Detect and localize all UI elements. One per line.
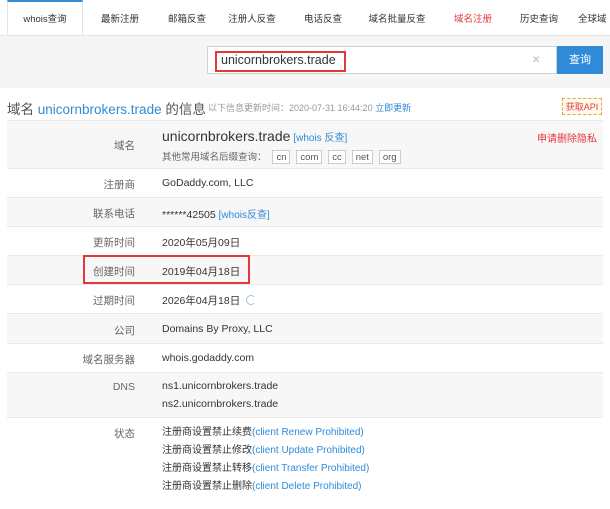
tab-global-domain[interactable]: 全球域 (572, 0, 610, 35)
close-icon[interactable]: × (532, 51, 540, 67)
suffix-org[interactable]: org (378, 150, 401, 164)
row-domain: 域名 unicornbrokers.trade [whois 反查] 其他常用域… (7, 120, 603, 168)
row-registrar: 注册商 GoDaddy.com, LLC (7, 168, 603, 197)
status-text: 注册商设置禁止修改 (162, 445, 252, 456)
value-company: Domains By Proxy, LLC (162, 323, 273, 335)
tab-email-reverse[interactable]: 邮箱反查 (157, 0, 217, 35)
update-time-text: 以下信息更新时间：2020-07-31 16:44:20 (208, 103, 373, 113)
label-registrar: 注册商 (103, 179, 136, 191)
phone-number: ******42505 (162, 209, 216, 221)
search-button[interactable]: 查询 (557, 46, 603, 74)
value-phone: ******42505 [whois反查] (162, 206, 270, 221)
value-dns-1: ns1.unicornbrokers.trade (162, 380, 279, 392)
tab-history-query[interactable]: 历史查询 (509, 0, 569, 35)
update-info: 以下信息更新时间：2020-07-31 16:44:20 立即更新 (208, 101, 411, 114)
value-expires: 2026年04月18日 (162, 293, 257, 308)
status-text: 注册商设置禁止删除 (162, 481, 252, 492)
row-updated: 更新时间 2020年05月09日 (7, 226, 603, 255)
refresh-icon[interactable] (246, 295, 257, 305)
row-phone: 联系电话 ******42505 [whois反查] (7, 197, 603, 226)
info-header: 域名 unicornbrokers.trade 的信息 以下信息更新时间：202… (0, 88, 610, 120)
label-dns: DNS (112, 381, 135, 393)
tab-domain-registration[interactable]: 域名注册 (443, 0, 503, 35)
phone-whois-reverse-link[interactable]: [whois反查] (219, 210, 270, 221)
title-domain: unicornbrokers.trade (37, 102, 162, 117)
row-company: 公司 Domains By Proxy, LLC (7, 313, 603, 343)
status-code-link[interactable]: (client Renew Prohibited) (252, 427, 364, 438)
tab-latest-registrations[interactable]: 最新注册 (90, 0, 150, 35)
title-prefix: 域名 (7, 102, 34, 117)
value-updated: 2020年05月09日 (162, 237, 241, 249)
remove-privacy-link[interactable]: 申请删除隐私 (537, 130, 597, 145)
row-nameserver: 域名服务器 whois.godaddy.com (7, 343, 603, 372)
row-status: 状态 注册商设置禁止续费(client Renew Prohibited) 注册… (7, 417, 603, 505)
status-line: 注册商设置禁止转移(client Transfer Prohibited) (162, 460, 369, 478)
status-line: 注册商设置禁止续费(client Renew Prohibited) (162, 424, 369, 442)
status-line: 注册商设置禁止删除(client Delete Prohibited) (162, 478, 369, 496)
label-company: 公司 (114, 325, 135, 337)
status-code-link[interactable]: (client Delete Prohibited) (252, 481, 362, 492)
status-line: 注册商设置禁止修改(client Update Prohibited) (162, 442, 369, 460)
status-text: 注册商设置禁止转移 (162, 463, 252, 474)
row-dns: DNS ns1.unicornbrokers.trade ns2.unicorn… (7, 372, 603, 417)
created-highlight-box (83, 255, 250, 284)
search-input[interactable] (221, 49, 521, 71)
suffix-net[interactable]: net (351, 150, 373, 164)
whois-reverse-link[interactable]: [whois 反查] (293, 133, 347, 144)
status-code-link[interactable]: (client Update Prohibited) (252, 445, 365, 456)
tab-bulk-reverse[interactable]: 域名批量反查 (363, 0, 431, 35)
domain-name: unicornbrokers.trade (162, 128, 291, 144)
title-suffix: 的信息 (165, 102, 206, 117)
tab-phone-reverse[interactable]: 电话反查 (293, 0, 353, 35)
label-phone: 联系电话 (93, 208, 135, 220)
other-suffixes: 其他常用域名后缀查询： cn com cc net org (162, 149, 401, 164)
tab-registrant-reverse[interactable]: 注册人反查 (222, 0, 282, 35)
search-box: × (207, 46, 557, 74)
status-code-link[interactable]: (client Transfer Prohibited) (252, 463, 369, 474)
label-nameserver: 域名服务器 (82, 354, 136, 366)
get-api-button[interactable]: 获取API (562, 98, 602, 115)
label-status: 状态 (114, 428, 135, 440)
label-domain: 域名 (114, 140, 135, 152)
value-status: 注册商设置禁止续费(client Renew Prohibited) 注册商设置… (162, 424, 369, 496)
value-registrar: GoDaddy.com, LLC (162, 177, 254, 189)
label-updated: 更新时间 (93, 237, 135, 249)
suffix-com[interactable]: com (296, 150, 323, 164)
suffix-cn[interactable]: cn (272, 150, 291, 164)
search-panel: × 查询 (0, 36, 610, 88)
status-text: 注册商设置禁止续费 (162, 427, 252, 438)
update-now-link[interactable]: 立即更新 (375, 103, 411, 113)
other-suffix-label: 其他常用域名后缀查询： (162, 152, 267, 163)
top-nav-tabs: whois查询 最新注册 邮箱反查 注册人反查 电话反查 域名批量反查 域名注册… (0, 0, 610, 36)
value-dns-2: ns2.unicornbrokers.trade (162, 398, 279, 410)
value-nameserver: whois.godaddy.com (162, 352, 255, 364)
label-expires: 过期时间 (93, 295, 135, 307)
tab-whois-query[interactable]: whois查询 (7, 0, 83, 35)
page-title: 域名 unicornbrokers.trade 的信息 (7, 98, 206, 118)
row-expires: 过期时间 2026年04月18日 (7, 284, 603, 313)
suffix-cc[interactable]: cc (328, 150, 346, 164)
value-domain: unicornbrokers.trade [whois 反查] (162, 128, 347, 144)
expires-date: 2026年04月18日 (162, 295, 241, 307)
